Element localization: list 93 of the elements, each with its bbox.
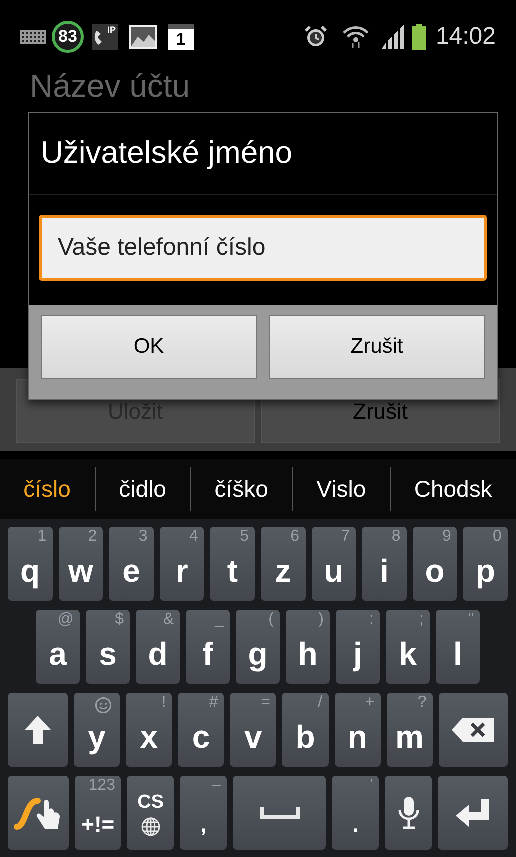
key-hint: $ — [115, 612, 124, 628]
key-hint: 9 — [442, 529, 452, 545]
key-hint: 5 — [240, 529, 249, 545]
key-hint: + — [365, 695, 375, 711]
keyboard-key[interactable]: 9 o — [412, 527, 458, 601]
keyboard-key[interactable]: ; k — [386, 610, 430, 684]
key-hint: 7 — [341, 529, 350, 545]
clock-time: 14:02 — [436, 22, 496, 52]
key-hint: ( — [268, 612, 274, 628]
dialog-title: Uživatelské jméno — [41, 134, 293, 172]
key-hint: ? — [418, 695, 427, 711]
keyboard-key[interactable]: 2 w — [58, 527, 104, 601]
key-hint: ; — [420, 612, 424, 628]
key-hint: : — [370, 612, 374, 628]
key-hint: ' — [370, 778, 374, 794]
smiley-icon — [95, 697, 112, 714]
key-hint: & — [163, 612, 174, 628]
space-key[interactable] — [232, 776, 326, 850]
microphone-icon — [398, 796, 420, 830]
swype-key[interactable] — [8, 776, 69, 850]
keyboard-key[interactable]: 4 r — [160, 527, 204, 601]
keyboard-key[interactable]: ! x — [126, 693, 172, 767]
keyboard-key[interactable]: ( g — [236, 610, 280, 684]
enter-arrow-icon — [454, 798, 491, 828]
keyboard-key[interactable]: # c — [178, 693, 224, 767]
signal-icon — [380, 25, 406, 49]
key-hint: = — [261, 695, 270, 711]
keyboard-key[interactable]: _ f — [186, 610, 230, 684]
mic-key[interactable] — [385, 776, 432, 850]
suggestion[interactable]: číško — [191, 472, 292, 506]
space-bar-icon — [260, 806, 300, 820]
globe-icon — [140, 817, 161, 837]
ip-call-icon: IP — [92, 24, 118, 50]
key-hint: / — [318, 695, 323, 711]
keyboard-key[interactable]: – , — [180, 776, 227, 850]
keyboard-key[interactable]: 6 z — [260, 527, 306, 601]
suggestion[interactable]: Vislo — [293, 472, 390, 506]
field-label: Název účtu — [30, 68, 190, 104]
keyboard-key[interactable]: 5 t — [210, 527, 255, 601]
keyboard-key[interactable]: + n — [334, 693, 381, 767]
keyboard-key[interactable]: 8 i — [362, 527, 407, 601]
key-hint: " — [468, 612, 474, 628]
wifi-icon — [342, 25, 370, 49]
keyboard-key[interactable]: : j — [336, 610, 380, 684]
key-hint: 4 — [189, 529, 198, 545]
keyboard-key[interactable]: $ s — [86, 610, 130, 684]
enter-key[interactable] — [438, 776, 508, 850]
key-hint: – — [212, 778, 221, 794]
suggestion[interactable]: čidlo — [96, 472, 190, 506]
key-hint: _ — [215, 612, 224, 628]
keyboard-key[interactable]: & d — [136, 610, 180, 684]
keyboard-key[interactable]: 0 p — [463, 527, 508, 601]
keyboard-key[interactable]: ? m — [386, 693, 433, 767]
notification-count-badge: 83 — [52, 21, 84, 53]
keyboard-key[interactable]: 123 +!= — [74, 776, 122, 850]
keyboard-key[interactable]: = v — [230, 693, 276, 767]
backspace-key[interactable] — [438, 693, 508, 767]
backspace-icon — [451, 717, 496, 743]
keyboard-key[interactable]: ' . — [332, 776, 380, 850]
key-hint: 3 — [138, 529, 148, 545]
key-hint: 0 — [493, 529, 502, 545]
key-hint: 8 — [392, 529, 401, 545]
keyboard-key[interactable]: y — [74, 693, 120, 767]
key-hint: ) — [318, 612, 324, 628]
key-hint: @ — [58, 612, 74, 628]
key-hint: 6 — [290, 529, 300, 545]
shift-arrow-icon — [24, 715, 52, 745]
keyboard-key[interactable]: CS — [127, 776, 174, 850]
key-hint: 123 — [88, 778, 116, 794]
swype-hand-icon — [14, 795, 62, 831]
shift-key[interactable] — [8, 693, 68, 767]
suggestion[interactable]: číslo — [0, 472, 95, 506]
keyboard-key[interactable]: ) h — [286, 610, 330, 684]
keyboard-key[interactable]: " l — [436, 610, 480, 684]
battery-icon — [412, 24, 426, 50]
key-hint: # — [209, 695, 218, 711]
key-hint: 2 — [88, 529, 98, 545]
gallery-icon — [128, 24, 158, 50]
keyboard-key[interactable]: 7 u — [312, 527, 356, 601]
keyboard-key[interactable]: 3 e — [109, 527, 154, 601]
dialog-button[interactable]: OK — [41, 315, 257, 379]
keyboard-key[interactable]: 1 q — [8, 527, 53, 601]
keyboard-key[interactable]: @ a — [36, 610, 80, 684]
keyboard-icon — [20, 30, 46, 44]
key-hint: ! — [162, 695, 166, 711]
language-code: CS — [138, 793, 164, 812]
key-hint: 1 — [38, 529, 47, 545]
dialog-button[interactable]: Zrušit — [269, 315, 485, 379]
suggestion[interactable]: Chodsk — [390, 472, 516, 506]
username-input[interactable]: Vaše telefonní číslo — [39, 215, 487, 281]
keyboard-key[interactable]: / b — [282, 693, 329, 767]
alarm-clock-icon — [304, 25, 328, 49]
calendar-icon: 1 — [168, 24, 194, 50]
